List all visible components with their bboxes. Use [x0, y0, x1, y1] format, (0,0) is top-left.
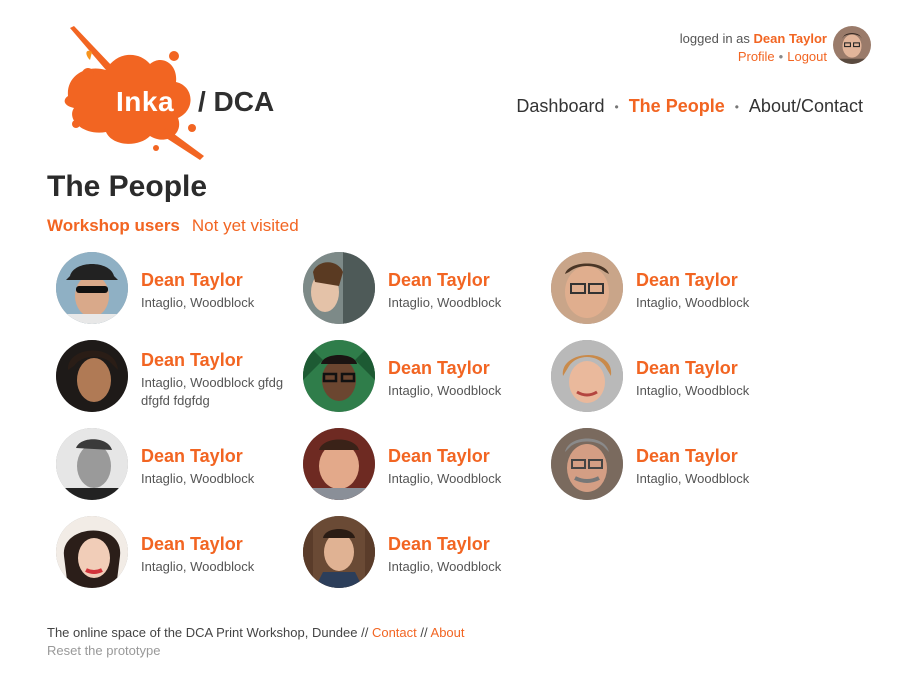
- person-name[interactable]: Dean Taylor: [141, 270, 243, 291]
- person-skills: Intaglio, Woodblock: [141, 559, 255, 574]
- person-name[interactable]: Dean Taylor: [636, 358, 738, 379]
- person-skills: Intaglio, Woodblock: [388, 295, 502, 310]
- profile-link[interactable]: Profile: [738, 49, 775, 64]
- site-logo[interactable]: Inka / DCA: [46, 24, 286, 164]
- tab-workshop-users[interactable]: Workshop users: [47, 216, 180, 236]
- logged-in-prefix: logged in as: [679, 31, 750, 46]
- user-bar: logged in as Dean Taylor Profile • Logout: [680, 30, 827, 66]
- person-avatar[interactable]: [56, 340, 128, 412]
- reset-prototype-link[interactable]: Reset the prototype: [47, 643, 160, 658]
- person-name[interactable]: Dean Taylor: [388, 534, 490, 555]
- person-avatar[interactable]: [551, 340, 623, 412]
- separator-dot: •: [614, 99, 619, 114]
- person-name[interactable]: Dean Taylor: [388, 446, 490, 467]
- person-skills: Intaglio, Woodblock: [141, 295, 255, 310]
- person-avatar[interactable]: [56, 252, 128, 324]
- logo-text: Inka: [116, 86, 175, 117]
- person-skills: Intaglio, Woodblock: [388, 383, 502, 398]
- person-skills: Intaglio, Woodblock: [388, 471, 502, 486]
- footer-about-link[interactable]: About: [431, 625, 465, 640]
- person-avatar[interactable]: [303, 340, 375, 412]
- person-name[interactable]: Dean Taylor: [141, 446, 243, 467]
- person-name[interactable]: Dean Taylor: [388, 270, 490, 291]
- person-card[interactable]: Dean Taylor Intaglio, Woodblock: [551, 340, 791, 420]
- person-name[interactable]: Dean Taylor: [141, 350, 243, 371]
- logout-link[interactable]: Logout: [787, 49, 827, 64]
- nav-dashboard[interactable]: Dashboard: [516, 96, 604, 117]
- person-card[interactable]: Dean Taylor Intaglio, Woodblock: [56, 516, 296, 596]
- person-name[interactable]: Dean Taylor: [636, 446, 738, 467]
- person-name[interactable]: Dean Taylor: [388, 358, 490, 379]
- person-skills: Intaglio, Woodblock: [636, 383, 750, 398]
- person-skills: Intaglio, Woodblock: [388, 559, 502, 574]
- footer-separator: //: [420, 625, 428, 640]
- logo-suffix: / DCA: [198, 86, 275, 117]
- logged-in-username[interactable]: Dean Taylor: [754, 31, 827, 46]
- nav-about-contact[interactable]: About/Contact: [749, 96, 863, 117]
- page-title: The People: [47, 170, 208, 203]
- person-card[interactable]: Dean Taylor Intaglio, Woodblock: [303, 428, 543, 508]
- people-filter-tabs: Workshop users Not yet visited: [47, 216, 299, 236]
- person-avatar[interactable]: [551, 428, 623, 500]
- tab-not-yet-visited[interactable]: Not yet visited: [192, 216, 299, 236]
- current-user-avatar[interactable]: [833, 26, 871, 64]
- person-card[interactable]: Dean Taylor Intaglio, Woodblock gfdg dfg…: [56, 340, 296, 420]
- person-skills: Intaglio, Woodblock gfdg dfgfd fdgfdg: [141, 375, 284, 408]
- person-avatar[interactable]: [303, 428, 375, 500]
- nav-the-people[interactable]: The People: [629, 96, 725, 117]
- person-name[interactable]: Dean Taylor: [141, 534, 243, 555]
- person-card[interactable]: Dean Taylor Intaglio, Woodblock: [303, 252, 543, 332]
- footer-contact-link[interactable]: Contact: [372, 625, 417, 640]
- person-card[interactable]: Dean Taylor Intaglio, Woodblock: [303, 340, 543, 420]
- person-skills: Intaglio, Woodblock: [636, 295, 750, 310]
- person-avatar[interactable]: [303, 252, 375, 324]
- person-card[interactable]: Dean Taylor Intaglio, Woodblock: [551, 428, 791, 508]
- footer-text: The online space of the DCA Print Worksh…: [47, 625, 369, 640]
- person-avatar[interactable]: [56, 516, 128, 588]
- footer: The online space of the DCA Print Worksh…: [47, 624, 465, 660]
- person-avatar[interactable]: [56, 428, 128, 500]
- separator-dot: •: [778, 49, 784, 64]
- person-card[interactable]: Dean Taylor Intaglio, Woodblock: [56, 252, 296, 332]
- separator-dot: •: [734, 99, 739, 114]
- person-card[interactable]: Dean Taylor Intaglio, Woodblock: [56, 428, 296, 508]
- person-skills: Intaglio, Woodblock: [636, 471, 750, 486]
- person-avatar[interactable]: [303, 516, 375, 588]
- person-skills: Intaglio, Woodblock: [141, 471, 255, 486]
- person-avatar[interactable]: [551, 252, 623, 324]
- person-card[interactable]: Dean Taylor Intaglio, Woodblock: [551, 252, 791, 332]
- person-name[interactable]: Dean Taylor: [636, 270, 738, 291]
- person-card[interactable]: Dean Taylor Intaglio, Woodblock: [303, 516, 543, 596]
- main-nav: Dashboard • The People • About/Contact: [516, 96, 863, 117]
